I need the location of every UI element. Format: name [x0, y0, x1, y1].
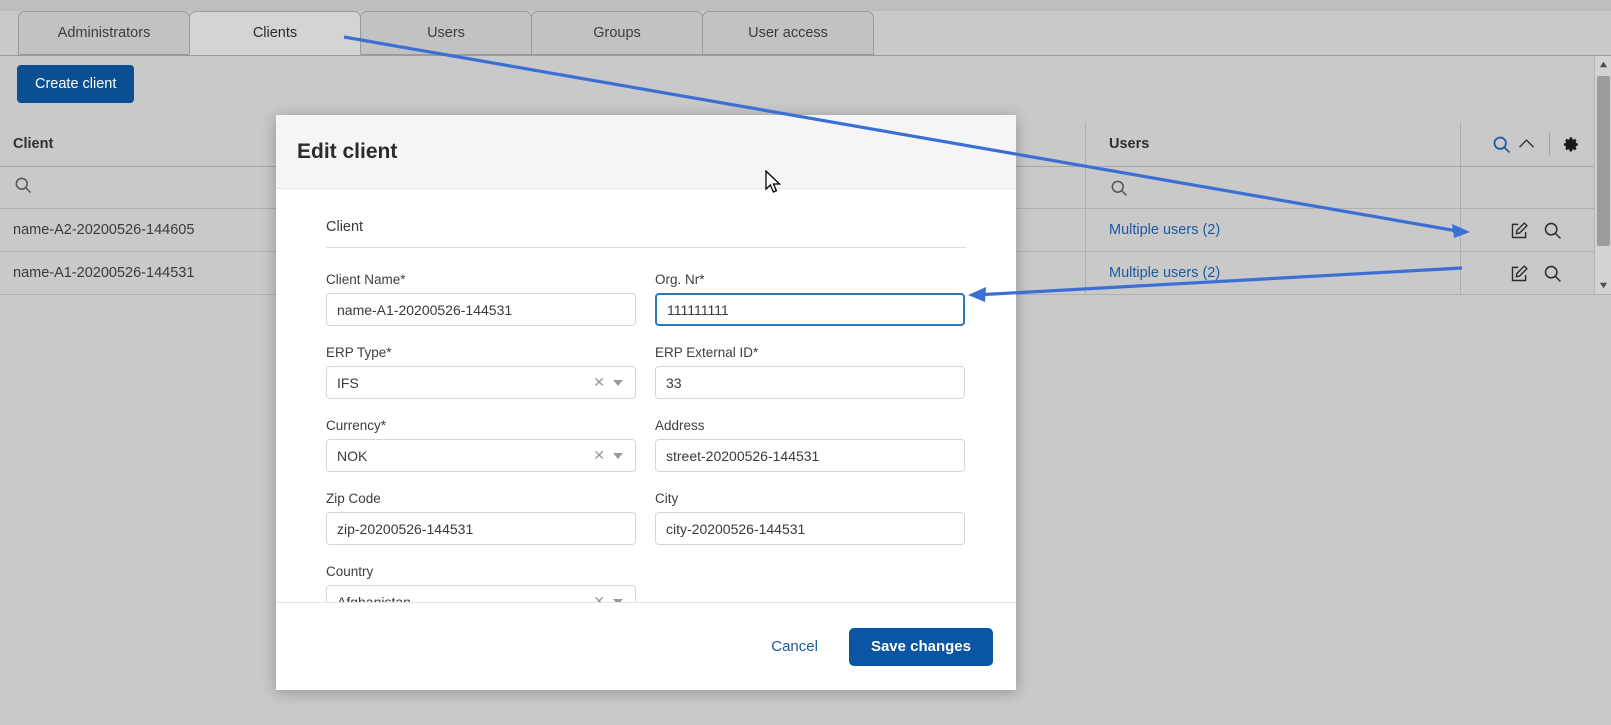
- gear-icon[interactable]: [1562, 135, 1581, 154]
- search-icon[interactable]: [1542, 220, 1563, 241]
- search-icon[interactable]: [1109, 178, 1129, 198]
- zip-code-label: Zip Code: [326, 491, 636, 506]
- tab-user-access[interactable]: User access: [702, 11, 874, 55]
- tab-label: Groups: [593, 25, 641, 41]
- column-header-label: Users: [1109, 136, 1149, 152]
- clear-icon[interactable]: ✕: [585, 593, 613, 602]
- table-header-tools: [1460, 122, 1611, 166]
- cell-users: Multiple users (2): [1085, 252, 1460, 294]
- dialog-body: Client Client Name* name-A1-20200526-144…: [276, 189, 1016, 602]
- create-client-button[interactable]: Create client: [17, 65, 134, 103]
- search-icon[interactable]: [1491, 134, 1512, 155]
- field-group-erp-type: ERP Type* IFS ✕: [326, 345, 636, 399]
- toolbar-divider: [1549, 133, 1550, 155]
- section-divider: [326, 247, 966, 248]
- form-row-4: Zip Code zip-20200526-144531 City city-2…: [326, 491, 966, 545]
- client-name-input[interactable]: name-A1-20200526-144531: [326, 293, 636, 326]
- chevron-down-icon[interactable]: [613, 453, 623, 459]
- erp-type-label: ERP Type*: [326, 345, 636, 360]
- org-nr-input[interactable]: 111111111: [655, 293, 965, 326]
- city-input[interactable]: city-20200526-144531: [655, 512, 965, 545]
- client-name-label: Client Name*: [326, 272, 636, 287]
- client-name-text: name-A1-20200526-144531: [13, 265, 194, 281]
- row-actions: [1460, 252, 1611, 294]
- erp-type-select[interactable]: IFS ✕: [326, 366, 636, 399]
- field-group-country: Country Afghanistan ✕: [326, 564, 636, 602]
- multiple-users-link[interactable]: Multiple users (2): [1109, 222, 1220, 238]
- address-input[interactable]: street-20200526-144531: [655, 439, 965, 472]
- tab-clients[interactable]: Clients: [189, 11, 361, 55]
- country-value: Afghanistan: [337, 594, 585, 603]
- client-name-text: name-A2-20200526-144605: [13, 222, 194, 238]
- tab-groups[interactable]: Groups: [531, 11, 703, 55]
- users-filter-cell[interactable]: [1085, 167, 1460, 208]
- tab-label: Administrators: [58, 25, 151, 41]
- column-header-label: Client: [13, 136, 53, 152]
- search-icon[interactable]: [1542, 263, 1563, 284]
- scrollbar-thumb[interactable]: [1597, 76, 1610, 246]
- edit-icon[interactable]: [1509, 263, 1530, 284]
- scroll-up-arrow[interactable]: [1595, 56, 1611, 73]
- address-label: Address: [655, 418, 965, 433]
- tab-bar: Administrators Clients Users Groups User…: [0, 11, 1611, 56]
- clear-icon[interactable]: ✕: [585, 447, 613, 464]
- field-group-spacer: [655, 564, 965, 602]
- country-select[interactable]: Afghanistan ✕: [326, 585, 636, 602]
- erp-external-id-label: ERP External ID*: [655, 345, 965, 360]
- toolbar: Create client: [0, 56, 1611, 122]
- field-group-org-nr: Org. Nr* 111111111: [655, 272, 965, 326]
- erp-type-value: IFS: [337, 375, 585, 391]
- city-label: City: [655, 491, 965, 506]
- field-group-address: Address street-20200526-144531: [655, 418, 965, 472]
- currency-label: Currency*: [326, 418, 636, 433]
- cell-users: Multiple users (2): [1085, 209, 1460, 251]
- tab-administrators[interactable]: Administrators: [18, 11, 190, 55]
- vertical-scrollbar[interactable]: [1594, 56, 1611, 294]
- tab-label: Clients: [253, 25, 297, 41]
- field-group-erp-external-id: ERP External ID* 33: [655, 345, 965, 399]
- zip-code-input[interactable]: zip-20200526-144531: [326, 512, 636, 545]
- tab-users[interactable]: Users: [360, 11, 532, 55]
- tab-label: Users: [427, 25, 465, 41]
- search-icon[interactable]: [13, 175, 33, 195]
- dialog-title: Edit client: [297, 140, 397, 164]
- application-root: Administrators Clients Users Groups User…: [0, 0, 1611, 725]
- field-group-currency: Currency* NOK ✕: [326, 418, 636, 472]
- scroll-down-arrow[interactable]: [1595, 277, 1611, 294]
- multiple-users-link[interactable]: Multiple users (2): [1109, 265, 1220, 281]
- dialog-header: Edit client: [276, 115, 1016, 189]
- chevron-up-icon[interactable]: [1516, 134, 1537, 155]
- form-row-1: Client Name* name-A1-20200526-144531 Org…: [326, 272, 966, 326]
- filter-row-actions: [1460, 167, 1611, 208]
- cancel-button[interactable]: Cancel: [765, 637, 824, 656]
- edit-icon[interactable]: [1509, 220, 1530, 241]
- edit-client-dialog: Edit client Client Client Name* name-A1-…: [276, 115, 1016, 690]
- section-title: Client: [326, 219, 966, 235]
- chevron-down-icon[interactable]: [613, 380, 623, 386]
- currency-value: NOK: [337, 448, 585, 464]
- dialog-footer: Cancel Save changes: [276, 602, 1016, 690]
- org-nr-label: Org. Nr*: [655, 272, 965, 287]
- row-actions: [1460, 209, 1611, 251]
- erp-external-id-input[interactable]: 33: [655, 366, 965, 399]
- form-row-5: Country Afghanistan ✕: [326, 564, 966, 602]
- field-group-client-name: Client Name* name-A1-20200526-144531: [326, 272, 636, 326]
- field-group-zip-code: Zip Code zip-20200526-144531: [326, 491, 636, 545]
- window-top-strip: [0, 0, 1611, 11]
- save-changes-button[interactable]: Save changes: [849, 628, 993, 666]
- currency-select[interactable]: NOK ✕: [326, 439, 636, 472]
- field-group-city: City city-20200526-144531: [655, 491, 965, 545]
- country-label: Country: [326, 564, 636, 579]
- tab-label: User access: [748, 25, 828, 41]
- column-header-users[interactable]: Users: [1085, 122, 1460, 166]
- form-row-2: ERP Type* IFS ✕ ERP External ID* 33: [326, 345, 966, 399]
- form-row-3: Currency* NOK ✕ Address street-20200526-…: [326, 418, 966, 472]
- clear-icon[interactable]: ✕: [585, 374, 613, 391]
